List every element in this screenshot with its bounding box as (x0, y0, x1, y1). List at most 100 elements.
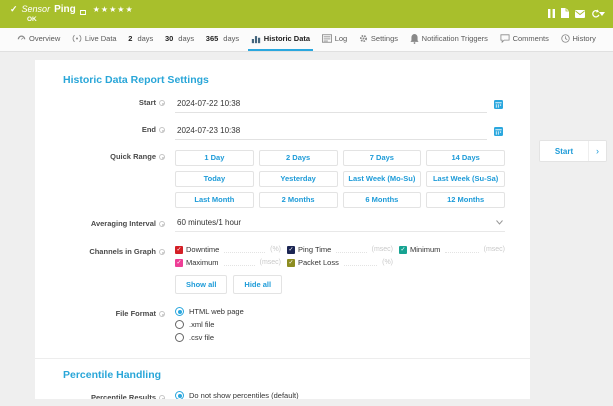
info-icon[interactable] (159, 154, 165, 160)
tab-label: History (573, 34, 596, 43)
quick-range-2-days-button[interactable]: 2 Days (259, 150, 338, 166)
file-format-html-option[interactable]: HTML web page (175, 307, 502, 316)
quick-range-6-months-button[interactable]: 6 Months (343, 192, 422, 208)
info-icon[interactable] (159, 395, 165, 400)
info-icon[interactable] (159, 100, 165, 106)
info-icon[interactable] (159, 249, 165, 255)
comment-icon (500, 34, 510, 43)
quick-range-yesterday-button[interactable]: Yesterday (259, 171, 338, 187)
tab-label: days (137, 34, 153, 43)
channel-ping-time[interactable]: Ping Time (msec) (287, 245, 393, 254)
tab-historic-data[interactable]: Historic Data (248, 28, 313, 51)
priority-stars[interactable]: ★★★★★ (93, 4, 134, 15)
file-format-csv-option[interactable]: .csv file (175, 333, 502, 342)
quick-range-2-months-button[interactable]: 2 Months (259, 192, 338, 208)
chevron-down-icon (496, 220, 503, 225)
info-icon[interactable] (159, 221, 165, 227)
channel-unit: (%) (270, 246, 281, 253)
info-icon[interactable] (159, 311, 165, 317)
calendar-icon[interactable] (494, 123, 503, 141)
gear-icon (359, 34, 368, 43)
checkbox-checked-icon (175, 259, 183, 267)
radio-selected-icon (175, 307, 184, 316)
tab-settings[interactable]: Settings (356, 28, 401, 51)
tab-bar: Overview Live Data 2days 30days 365days … (0, 28, 613, 52)
tab-label: Log (335, 34, 348, 43)
averaging-interval-select[interactable]: 60 minutes/1 hour (175, 217, 505, 232)
channel-unit: (msec) (372, 246, 393, 253)
bell-icon (410, 34, 419, 44)
quick-range-1-day-button[interactable]: 1 Day (175, 150, 254, 166)
radio-label: Do not show percentiles (default) (189, 391, 299, 399)
sensor-header: ✓ Sensor Ping ★★★★★ OK (0, 0, 613, 28)
end-date-input[interactable]: 2024-07-23 10:38 (175, 125, 487, 140)
channel-name: Downtime (186, 245, 219, 254)
quick-range-label: Quick Range (110, 152, 156, 161)
section-title-percentile: Percentile Handling (63, 369, 502, 381)
quick-range-last-week-mo-su-button[interactable]: Last Week (Mo-Su) (343, 171, 422, 187)
radio-icon (175, 333, 184, 342)
channel-name: Packet Loss (298, 258, 339, 267)
section-divider (35, 358, 530, 359)
tab-number: 365 (206, 34, 219, 43)
quick-range-7-days-button[interactable]: 7 Days (343, 150, 422, 166)
tab-label: Notification Triggers (422, 34, 488, 43)
start-button-group: Start › (539, 140, 607, 162)
tab-label: Comments (513, 34, 549, 43)
page-title: Ping (54, 4, 76, 15)
channel-maximum[interactable]: Maximum (msec) (175, 258, 281, 267)
show-all-button[interactable]: Show all (175, 275, 227, 294)
calendar-icon[interactable] (494, 96, 503, 114)
mail-icon[interactable] (575, 5, 585, 23)
start-row: Start 2024-07-22 10:38 (63, 96, 502, 114)
breadcrumb-type: Sensor (22, 4, 51, 15)
end-row: End 2024-07-23 10:38 (63, 123, 502, 141)
tab-overview[interactable]: Overview (14, 28, 63, 51)
quick-range-today-button[interactable]: Today (175, 171, 254, 187)
refresh-icon[interactable] (591, 9, 605, 19)
checkbox-checked-icon (287, 259, 295, 267)
start-expand-button[interactable]: › (588, 141, 606, 161)
gauge-icon (17, 34, 26, 43)
radio-icon (175, 320, 184, 329)
status-check-icon: ✓ (10, 4, 18, 15)
pause-icon[interactable] (548, 5, 555, 23)
start-label: Start (139, 98, 156, 107)
log-icon (322, 34, 332, 43)
tab-365-days[interactable]: 365 days (203, 28, 242, 51)
channels-row: Channels in Graph Downtime (%) Ping Time… (63, 245, 502, 294)
tab-30-days[interactable]: 30 days (162, 28, 197, 51)
start-button[interactable]: Start (540, 141, 588, 161)
info-icon[interactable] (159, 127, 165, 133)
tab-number: 30 (165, 34, 173, 43)
channel-unit: (msec) (260, 259, 281, 266)
start-date-input[interactable]: 2024-07-22 10:38 (175, 98, 487, 113)
section-title-historic-data: Historic Data Report Settings (63, 74, 502, 86)
tab-2-days[interactable]: 2days (125, 28, 156, 51)
hide-all-button[interactable]: Hide all (233, 275, 282, 294)
channel-minimum[interactable]: Minimum (msec) (399, 245, 505, 254)
chart-icon (251, 34, 261, 44)
radio-selected-icon (175, 391, 184, 399)
tab-label: Settings (371, 34, 398, 43)
radio-label: .csv file (189, 333, 214, 342)
tab-label: Live Data (85, 34, 117, 43)
tab-label: days (223, 34, 239, 43)
tab-comments[interactable]: Comments (497, 28, 552, 51)
quick-range-14-days-button[interactable]: 14 Days (426, 150, 505, 166)
quick-range-last-week-su-sa-button[interactable]: Last Week (Su-Sa) (426, 171, 505, 187)
file-format-xml-option[interactable]: .xml file (175, 320, 502, 329)
tab-live-data[interactable]: Live Data (69, 28, 120, 51)
averaging-interval-value: 60 minutes/1 hour (177, 218, 241, 227)
tab-log[interactable]: Log (319, 28, 351, 51)
channel-name: Minimum (410, 245, 440, 254)
tab-label: days (178, 34, 194, 43)
tab-history[interactable]: History (558, 28, 599, 51)
channel-packet-loss[interactable]: Packet Loss (%) (287, 258, 393, 267)
quick-range-12-months-button[interactable]: 12 Months (426, 192, 505, 208)
percentile-off-option[interactable]: Do not show percentiles (default) (175, 391, 502, 399)
tab-notification-triggers[interactable]: Notification Triggers (407, 28, 491, 51)
channel-downtime[interactable]: Downtime (%) (175, 245, 281, 254)
quick-range-last-month-button[interactable]: Last Month (175, 192, 254, 208)
report-page-icon[interactable] (561, 5, 569, 23)
